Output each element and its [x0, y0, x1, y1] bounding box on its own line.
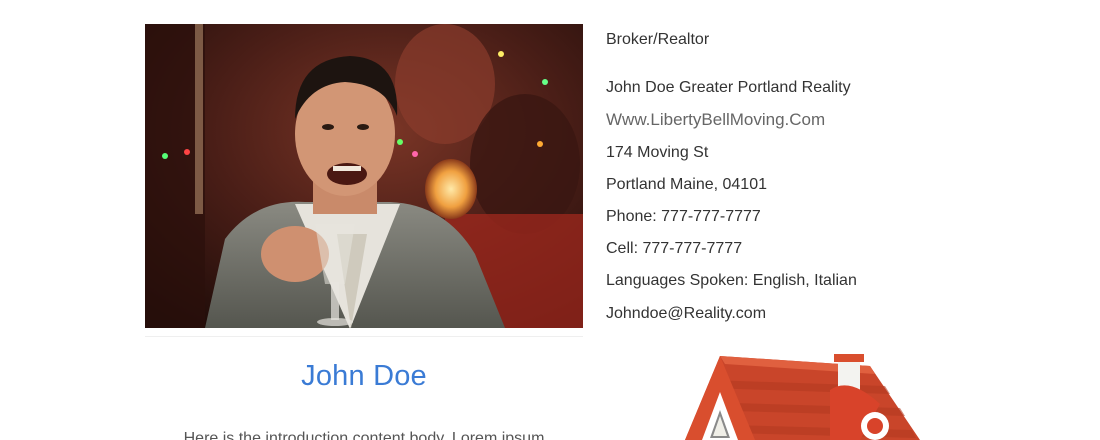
- address-line-2: Portland Maine, 04101: [606, 176, 767, 193]
- house-icon: [680, 346, 930, 440]
- address-line-1: 174 Moving St: [606, 144, 709, 161]
- photo-divider: [145, 336, 583, 337]
- profile-photo: [145, 24, 583, 328]
- website-link[interactable]: Www.LibertyBellMoving.Com: [606, 110, 825, 130]
- phone-number: Phone: 777-777-7777: [606, 208, 761, 225]
- company-name: John Doe Greater Portland Reality: [606, 79, 851, 96]
- profile-photo-image: [145, 24, 583, 328]
- intro-text: Here is the introduction content body. L…: [183, 430, 545, 440]
- email-address: Johndoe@Reality.com: [606, 305, 767, 322]
- agent-name: John Doe: [301, 360, 427, 392]
- agent-title: Broker/Realtor: [606, 31, 710, 48]
- agent-profile-page: John Doe Here is the introduction conten…: [0, 0, 1100, 440]
- cell-number: Cell: 777-777-7777: [606, 240, 743, 257]
- languages-spoken: Languages Spoken: English, Italian: [606, 272, 857, 289]
